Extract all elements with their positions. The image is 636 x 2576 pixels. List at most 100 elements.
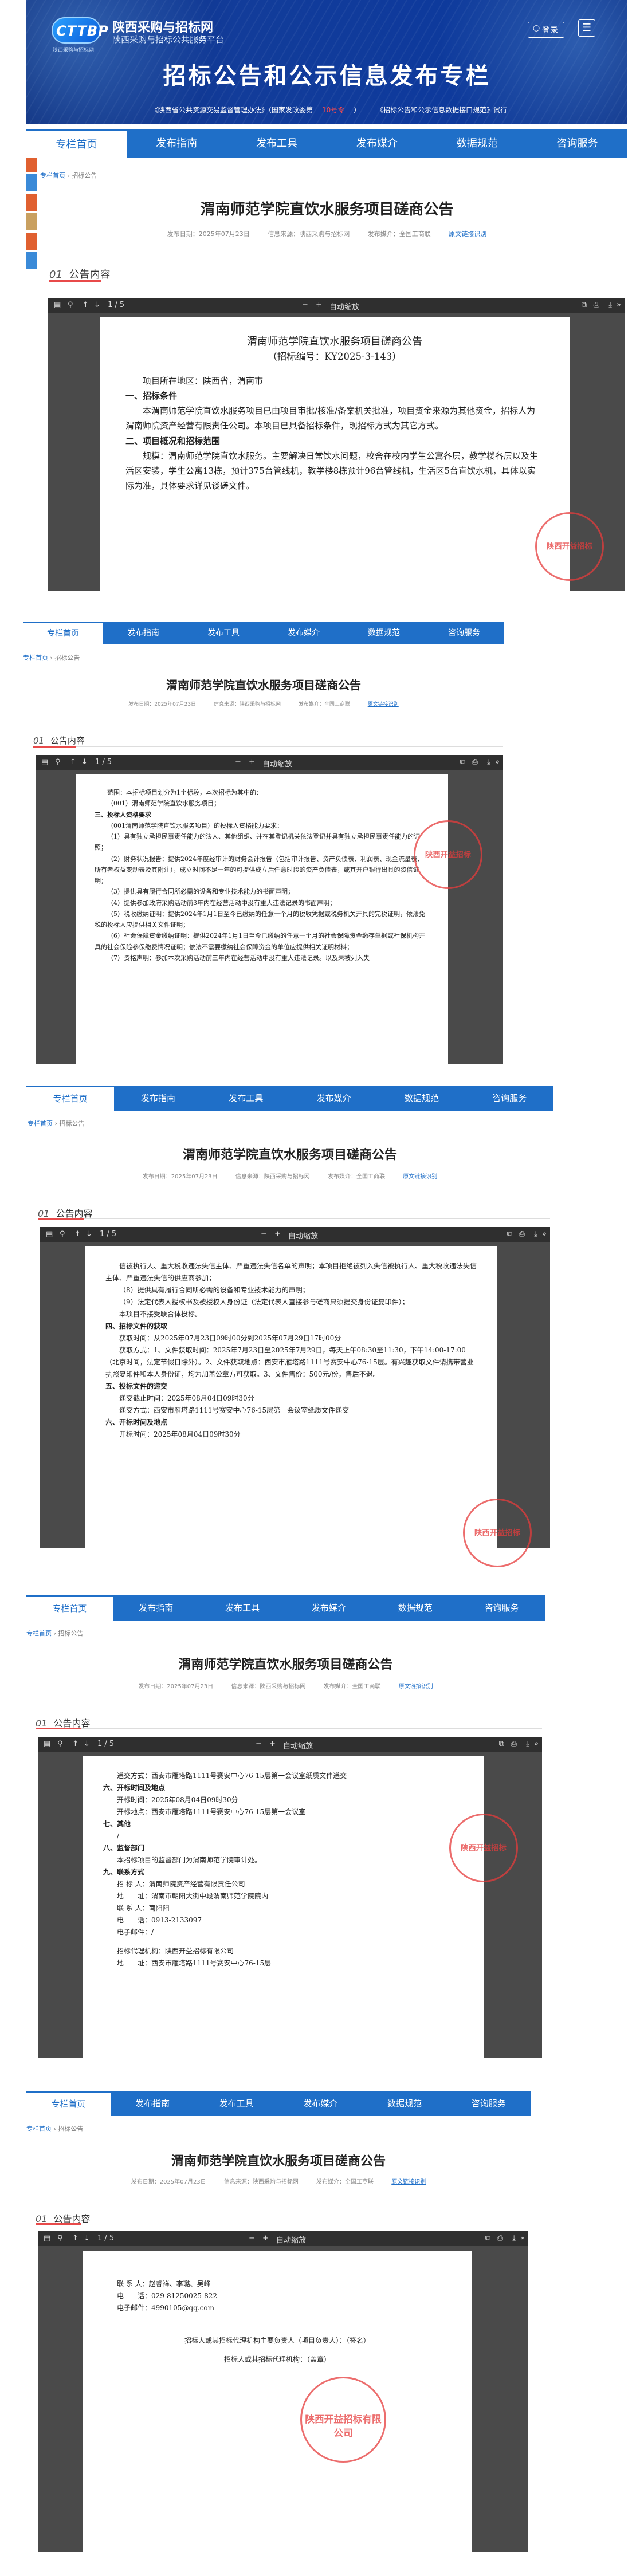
fullscreen-icon[interactable]: ⧉ [460, 758, 465, 766]
next-page-icon[interactable]: ↓ [86, 1230, 92, 1238]
prev-page-icon[interactable]: ↑ [83, 301, 89, 309]
nav-item-0[interactable]: 专栏首页 [26, 129, 127, 158]
prev-page-icon[interactable]: ↑ [74, 1230, 81, 1238]
menu-icon[interactable]: ☰ [578, 19, 595, 37]
zoom-out-icon[interactable]: − [249, 2234, 255, 2243]
page-indicator[interactable]: 1 / 5 [97, 1740, 114, 1748]
nav-item-4[interactable]: 数据规范 [363, 2091, 447, 2116]
fullscreen-icon[interactable]: ⧉ [499, 1740, 504, 1748]
page-indicator[interactable]: 1 / 5 [95, 758, 112, 766]
original-link[interactable]: 原文链接识别 [403, 1174, 437, 1180]
search-icon[interactable]: ⚲ [60, 1230, 65, 1238]
nav-item-5[interactable]: 咨询服务 [424, 622, 504, 644]
print-icon[interactable]: ⎙ [472, 758, 478, 766]
breadcrumb-home[interactable]: 专栏首页 [28, 1120, 53, 1127]
search-icon[interactable]: ⚲ [57, 2234, 63, 2243]
more-icon[interactable]: » [520, 2234, 525, 2243]
fullscreen-icon[interactable]: ⧉ [507, 1230, 512, 1238]
nav-item-4[interactable]: 数据规范 [427, 129, 527, 158]
zoom-in-icon[interactable]: + [269, 1740, 276, 1748]
download-icon[interactable]: ⤓ [608, 301, 612, 309]
original-link[interactable]: 原文链接识别 [368, 702, 399, 707]
search-icon[interactable]: ⚲ [68, 301, 73, 309]
nav-item-0[interactable]: 专栏首页 [26, 1086, 115, 1111]
page-indicator[interactable]: 1 / 5 [97, 2234, 114, 2243]
nav-item-0[interactable]: 专栏首页 [23, 622, 103, 644]
zoom-out-icon[interactable]: − [302, 301, 308, 309]
sidebar-toggle-icon[interactable]: ▤ [44, 2234, 50, 2243]
download-icon[interactable]: ⤓ [512, 2234, 516, 2243]
next-page-icon[interactable]: ↓ [94, 301, 100, 309]
more-icon[interactable]: » [617, 301, 621, 309]
print-icon[interactable]: ⎙ [497, 2234, 503, 2243]
sidebar-toggle-icon[interactable]: ▤ [46, 1230, 53, 1238]
zoom-in-icon[interactable]: + [249, 758, 255, 766]
breadcrumb-home[interactable]: 专栏首页 [26, 2125, 52, 2133]
original-link[interactable]: 原文链接识别 [449, 230, 486, 238]
prev-page-icon[interactable]: ↑ [72, 2234, 78, 2243]
zoom-select[interactable]: 自动缩放 [262, 758, 292, 769]
print-icon[interactable]: ⎙ [594, 301, 599, 309]
sidebar-toggle-icon[interactable]: ▤ [54, 301, 61, 309]
prev-page-icon[interactable]: ↑ [72, 1740, 78, 1748]
nav-item-1[interactable]: 发布指南 [114, 1086, 202, 1111]
pdf-viewer[interactable]: ▤ ⚲ ↑ ↓ 1 / 5 − + 自动缩放 ⧉ ⎙ ⤓ » 信被执行人、重大税… [40, 1227, 550, 1567]
more-icon[interactable]: » [495, 758, 500, 766]
page-indicator[interactable]: 1 / 5 [100, 1230, 116, 1238]
nav-item-4[interactable]: 数据规范 [344, 622, 424, 644]
search-icon[interactable]: ⚲ [55, 758, 61, 766]
zoom-select[interactable]: 自动缩放 [283, 1740, 313, 1751]
nav-item-2[interactable]: 发布工具 [194, 2091, 278, 2116]
zoom-out-icon[interactable]: − [261, 1230, 267, 1238]
zoom-select[interactable]: 自动缩放 [276, 2234, 306, 2245]
next-page-icon[interactable]: ↓ [84, 2234, 90, 2243]
nav-item-2[interactable]: 发布工具 [227, 129, 327, 158]
notice-link-1[interactable]: 《陕西省公共资源交易监督管理办法》（国家发改委第 10号令） [147, 106, 365, 114]
zoom-out-icon[interactable]: − [235, 758, 241, 766]
nav-item-3[interactable]: 发布媒介 [264, 622, 344, 644]
zoom-select[interactable]: 自动缩放 [288, 1230, 318, 1241]
next-page-icon[interactable]: ↓ [81, 758, 88, 766]
more-icon[interactable]: » [542, 1230, 547, 1238]
sidebar-toggle-icon[interactable]: ▤ [41, 758, 48, 766]
pdf-viewer[interactable]: ▤ ⚲ ↑ ↓ 1 / 5 − + 自动缩放 ⧉ ⎙ ⤓ » 递交方式：西安市雁… [38, 1737, 542, 2058]
nav-item-4[interactable]: 数据规范 [378, 1086, 465, 1111]
fullscreen-icon[interactable]: ⧉ [582, 301, 587, 309]
sidebar-toggle-icon[interactable]: ▤ [44, 1740, 50, 1748]
original-link[interactable]: 原文链接识别 [391, 2179, 426, 2185]
notice-link-2[interactable]: 《招标公告和公示信息数据接口规范》试行 [376, 106, 507, 114]
print-icon[interactable]: ⎙ [519, 1230, 525, 1238]
nav-item-1[interactable]: 发布指南 [127, 129, 227, 158]
download-icon[interactable]: ⤓ [487, 758, 490, 766]
nav-item-3[interactable]: 发布媒介 [285, 1595, 372, 1621]
nav-item-3[interactable]: 发布媒介 [290, 1086, 378, 1111]
nav-item-5[interactable]: 咨询服务 [446, 2091, 531, 2116]
zoom-out-icon[interactable]: − [256, 1740, 262, 1748]
nav-item-3[interactable]: 发布媒介 [278, 2091, 363, 2116]
download-icon[interactable]: ⤓ [534, 1230, 537, 1238]
nav-item-5[interactable]: 咨询服务 [458, 1595, 545, 1621]
nav-item-1[interactable]: 发布指南 [113, 1595, 199, 1621]
fullscreen-icon[interactable]: ⧉ [485, 2234, 490, 2243]
nav-item-1[interactable]: 发布指南 [111, 2091, 195, 2116]
nav-item-0[interactable]: 专栏首页 [26, 1595, 113, 1621]
nav-item-0[interactable]: 专栏首页 [26, 2091, 111, 2116]
login-button[interactable]: 登录 [528, 22, 564, 38]
print-icon[interactable]: ⎙ [511, 1740, 517, 1748]
nav-item-2[interactable]: 发布工具 [183, 622, 264, 644]
nav-item-5[interactable]: 咨询服务 [527, 129, 627, 158]
zoom-in-icon[interactable]: + [274, 1230, 281, 1238]
nav-item-2[interactable]: 发布工具 [202, 1086, 290, 1111]
next-page-icon[interactable]: ↓ [84, 1740, 90, 1748]
pdf-viewer[interactable]: ▤ ⚲ ↑ ↓ 1 / 5 − + 自动缩放 ⧉ ⎙ ⤓ » 渭南师范学院直饮水… [48, 298, 625, 591]
download-icon[interactable]: ⤓ [526, 1740, 529, 1748]
nav-item-4[interactable]: 数据规范 [372, 1595, 458, 1621]
pdf-viewer[interactable]: ▤ ⚲ ↑ ↓ 1 / 5 − + 自动缩放 ⧉ ⎙ ⤓ » 联 系 人：赵睿祥… [38, 2231, 528, 2552]
breadcrumb-home[interactable]: 专栏首页 [40, 172, 65, 179]
breadcrumb-home[interactable]: 专栏首页 [23, 654, 48, 662]
zoom-in-icon[interactable]: + [262, 2234, 269, 2243]
nav-item-2[interactable]: 发布工具 [199, 1595, 286, 1621]
nav-item-1[interactable]: 发布指南 [103, 622, 183, 644]
zoom-select[interactable]: 自动缩放 [329, 301, 359, 312]
more-icon[interactable]: » [534, 1740, 539, 1748]
